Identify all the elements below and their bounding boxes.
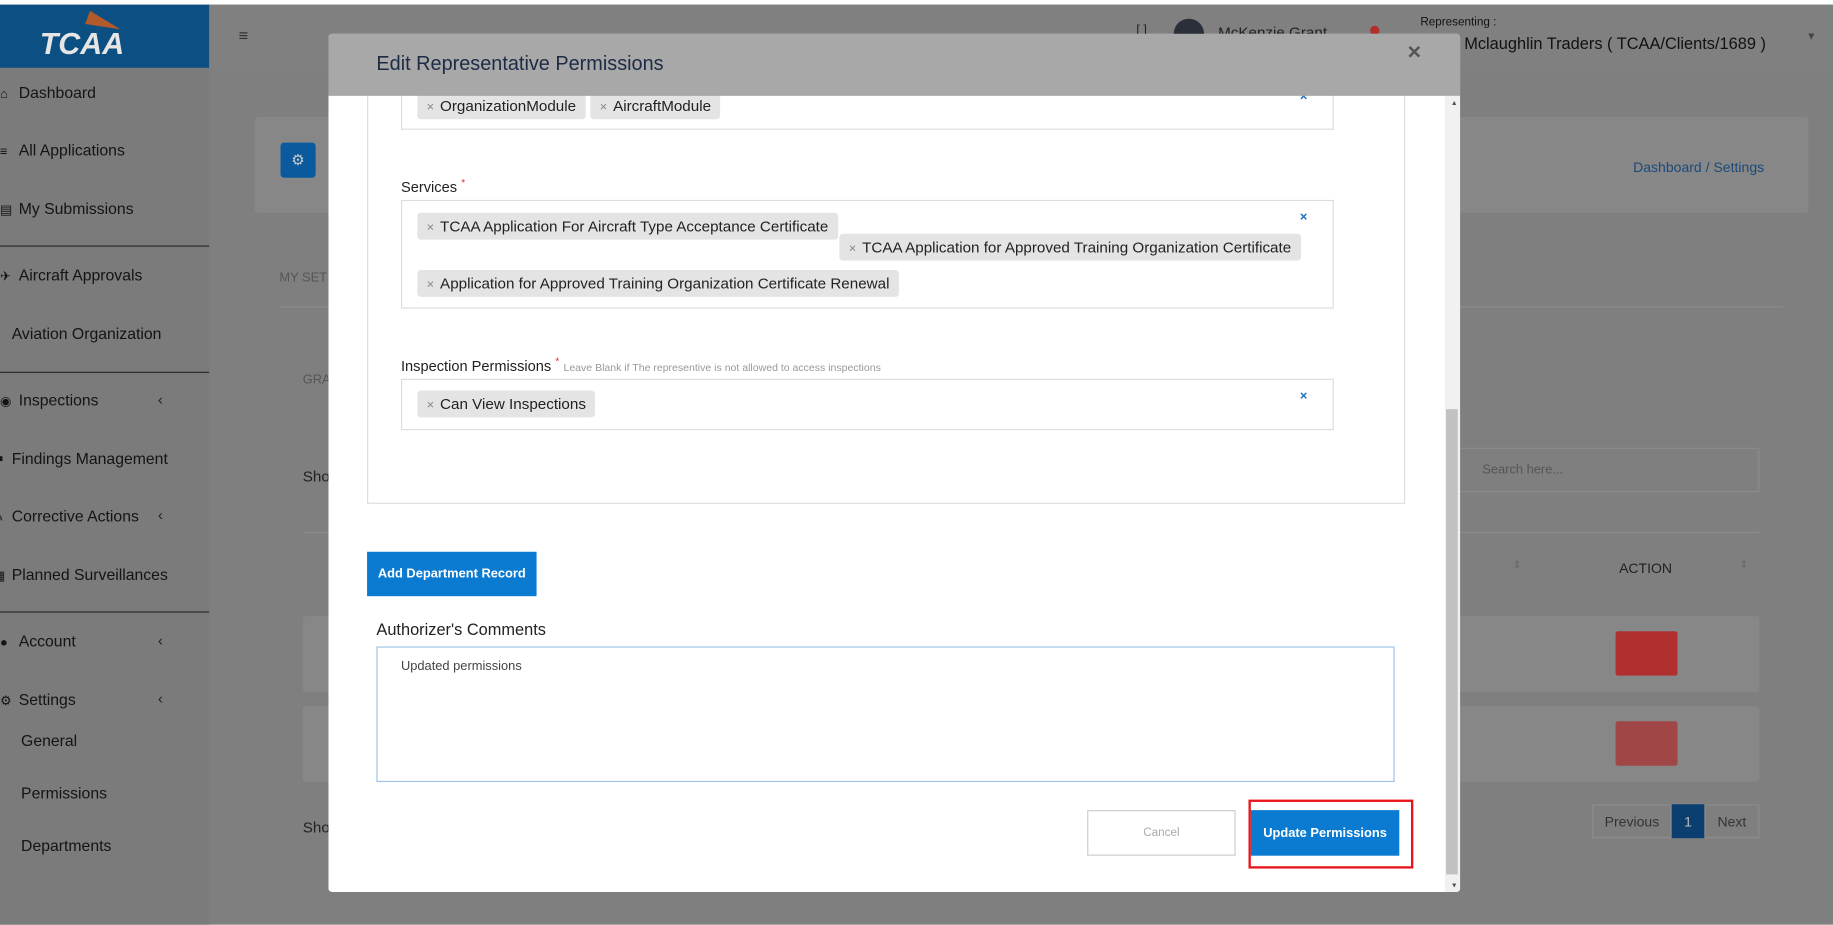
sidebar-item-aviation-organization[interactable]: ● Aviation Organization — [0, 325, 161, 343]
sidebar-item-label: My Submissions — [18, 199, 134, 218]
sidebar-item-permissions[interactable]: Permissions — [21, 784, 107, 802]
flag-icon: ⚑ — [0, 452, 5, 468]
show-info: Sho — [302, 818, 330, 836]
pagination-page-1[interactable]: 1 — [1671, 804, 1705, 839]
menu-toggle-icon[interactable]: ≡ — [238, 26, 248, 45]
highlight-box — [1248, 799, 1414, 869]
sidebar-item-account[interactable]: ● Account — [0, 632, 76, 650]
sidebar-item-label: Aviation Organization — [11, 324, 162, 343]
sidebar-item-all-applications[interactable]: ≡ All Applications — [0, 141, 125, 159]
search-icon: ◉ — [0, 395, 12, 410]
close-icon[interactable]: × — [1407, 40, 1421, 67]
section-label: GRA — [302, 372, 331, 387]
chevron-left-icon[interactable]: ‹ — [158, 506, 163, 524]
comments-label: Authorizer's Comments — [376, 619, 546, 639]
clear-icon[interactable]: × — [1300, 210, 1308, 224]
remove-tag-icon[interactable]: × — [600, 101, 608, 115]
representing-select[interactable]: r Mclaughlin Traders ( TCAA/Clients/1689… — [1454, 34, 1766, 53]
sidebar-item-label: Corrective Actions — [11, 507, 139, 525]
sidebar-item-label: Planned Surveillances — [11, 565, 168, 584]
home-icon: ⌂ — [0, 87, 8, 102]
show-entries: Sho — [302, 467, 330, 486]
scrollbar-thumb[interactable] — [1446, 409, 1458, 875]
calendar-icon: ▦ — [0, 568, 5, 583]
sidebar-item-aircraft-approvals[interactable]: ✈ Aircraft Approvals — [0, 267, 142, 285]
list-icon: ≡ — [0, 144, 8, 159]
user-icon: ● — [0, 635, 8, 650]
plane-icon: ✈ — [0, 270, 11, 285]
remove-tag-icon[interactable]: × — [427, 399, 435, 413]
sidebar-divider — [0, 611, 210, 613]
service-tag: × TCAA Application for Approved Training … — [839, 233, 1301, 261]
breadcrumb: Dashboard / Settings — [1633, 158, 1765, 176]
sidebar-item-label: Departments — [21, 837, 112, 855]
chevron-left-icon[interactable]: ‹ — [158, 631, 163, 649]
file-icon: ▤ — [0, 203, 13, 218]
remove-tag-icon[interactable]: × — [427, 278, 435, 292]
sidebar-item-label: Dashboard — [18, 84, 96, 102]
inspection-label: Inspection Permissions * Leave Blank if … — [400, 355, 881, 375]
sidebar-item-label: Inspections — [18, 391, 99, 410]
row-action-button[interactable] — [1615, 721, 1678, 766]
add-department-button[interactable]: Add Department Record — [367, 551, 537, 597]
remove-tag-icon[interactable]: × — [849, 242, 857, 256]
sort-icon[interactable]: ⇕ — [1739, 559, 1748, 572]
sidebar-item-label: Settings — [18, 690, 76, 709]
representing-label: Representing : — [1420, 16, 1497, 30]
tab-my-settings[interactable]: MY SET — [279, 271, 327, 285]
module-tag: × OrganizationModule — [417, 92, 586, 120]
gear-button[interactable]: ⚙ — [280, 142, 316, 178]
sidebar-item-general[interactable]: General — [21, 732, 77, 750]
pagination-previous[interactable]: Previous — [1592, 804, 1672, 839]
services-label: Services * — [400, 176, 466, 196]
sidebar-item-planned-surveillances[interactable]: ▦ Planned Surveillances — [0, 566, 168, 584]
remove-tag-icon[interactable]: × — [427, 101, 435, 115]
action-column-header: ACTION — [1619, 559, 1673, 577]
service-tag: × Application for Approved Training Organ… — [417, 270, 899, 297]
cancel-button[interactable]: Cancel — [1087, 810, 1236, 856]
edit-permissions-modal: × OrganizationModule × AircraftModule × Se… — [328, 33, 1461, 892]
row-action-button[interactable] — [1615, 631, 1678, 676]
scrollbar[interactable]: ▲ ▼ — [1444, 95, 1461, 892]
inspection-tag: × Can View Inspections — [417, 390, 596, 418]
sidebar-item-label: All Applications — [18, 141, 125, 159]
sidebar-item-dashboard[interactable]: ⌂ Dashboard — [0, 84, 96, 102]
sidebar-item-corrective-actions[interactable]: ✎ Corrective Actions — [0, 507, 139, 525]
sidebar-item-my-submissions[interactable]: ▤ My Submissions — [0, 200, 134, 218]
sidebar-divider — [0, 245, 210, 247]
module-tag: × AircraftModule — [590, 92, 721, 120]
sidebar-item-findings-management[interactable]: ⚑ Findings Management — [0, 450, 168, 468]
remove-tag-icon[interactable]: × — [427, 221, 435, 235]
sidebar-divider — [0, 371, 210, 373]
sidebar-item-label: Account — [18, 632, 76, 650]
chevron-left-icon[interactable]: ‹ — [158, 690, 163, 708]
sidebar-item-label: Findings Management — [11, 450, 168, 468]
sidebar-item-label: Permissions — [21, 784, 108, 802]
sidebar-item-settings[interactable]: ⚙ Settings — [0, 691, 76, 709]
sidebar-item-label: General — [21, 731, 78, 750]
breadcrumb-settings[interactable]: Settings — [1713, 159, 1764, 175]
sidebar-item-departments[interactable]: Departments — [21, 837, 111, 855]
chevron-left-icon[interactable]: ‹ — [158, 390, 163, 408]
sort-icon[interactable]: ⇕ — [1513, 559, 1522, 572]
breadcrumb-dashboard[interactable]: Dashboard — [1633, 159, 1702, 175]
modal-title: Edit Representative Permissions — [376, 52, 664, 75]
user-icon: ● — [0, 328, 2, 342]
logo: TCAA — [0, 4, 210, 68]
wrench-icon: ✎ — [0, 510, 4, 525]
search-placeholder: Search here... — [1482, 462, 1564, 477]
gear-icon: ⚙ — [0, 694, 12, 709]
clear-icon[interactable]: × — [1300, 389, 1308, 403]
pagination-next[interactable]: Next — [1704, 804, 1760, 839]
chevron-down-icon[interactable]: ▼ — [1806, 30, 1816, 42]
sidebar-item-inspections[interactable]: ◉ Inspections — [0, 392, 99, 410]
service-tag: × TCAA Application For Aircraft Type Acce… — [417, 212, 838, 240]
sidebar-item-label: Aircraft Approvals — [18, 266, 143, 285]
comments-textarea[interactable]: Updated permissions — [376, 646, 1395, 783]
